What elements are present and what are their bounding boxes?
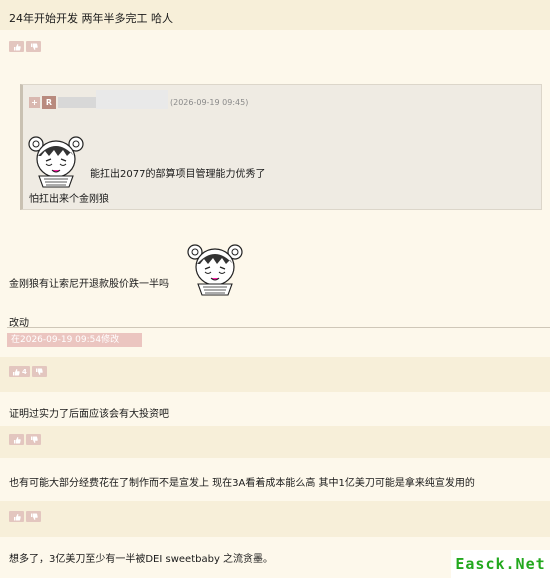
edit-timestamp: 在2026-09-19 09:54修改 — [7, 333, 142, 347]
downvote-button[interactable] — [31, 366, 47, 377]
quote-line-2: 怕扛出来个金刚狼 — [29, 194, 109, 205]
post-band — [0, 426, 550, 458]
quote-block: + R (2026-09-19 09:45) 能扛出2077的部算项目管理能力优… — [20, 84, 542, 210]
quote-timestamp: (2026-09-19 09:45) — [170, 98, 249, 107]
thumb-down-icon — [30, 436, 38, 443]
vote-buttons — [9, 41, 41, 52]
post-text: 证明过实力了后面应该会有大投资吧 — [9, 409, 169, 420]
downvote-button[interactable] — [26, 511, 41, 522]
watermark: Easck.Net — [451, 550, 550, 578]
thumb-up-icon — [13, 43, 21, 50]
post-band — [0, 501, 550, 537]
vote-buttons — [9, 511, 41, 522]
thumb-up-icon — [13, 513, 21, 520]
post-text: 也有可能大部分经费花在了制作而不是宣发上 现在3A看着成本能么高 其中1亿美刀可… — [9, 478, 475, 489]
thumb-down-icon — [30, 513, 38, 520]
upvote-button[interactable]: 4 — [9, 366, 30, 377]
upvote-button[interactable] — [9, 434, 24, 445]
avatar — [58, 97, 96, 108]
post-text: 24年开始开发 两年半多完工 哈人 — [9, 12, 173, 25]
user-badge: R — [42, 96, 56, 109]
thumb-down-icon — [30, 43, 38, 50]
downvote-button[interactable] — [26, 434, 41, 445]
anime-girl-sticker-icon — [28, 136, 84, 188]
divider — [7, 327, 550, 328]
username-redacted — [96, 90, 168, 109]
post-text: 想多了，3亿美刀至少有一半被DEI sweetbaby 之流贪墨。 — [9, 554, 274, 565]
thumb-up-icon — [13, 436, 21, 443]
upvote-button[interactable] — [9, 41, 24, 52]
upvote-button[interactable] — [9, 511, 24, 522]
vote-buttons — [9, 434, 41, 445]
post-band — [0, 357, 550, 392]
thumb-down-icon — [36, 368, 44, 375]
post-text: 金刚狼有让索尼开退款股价跌一半吗 — [9, 279, 169, 290]
anime-girl-sticker-icon — [187, 244, 243, 296]
thumb-up-icon — [13, 368, 20, 375]
downvote-button[interactable] — [26, 41, 41, 52]
vote-buttons: 4 — [9, 366, 47, 377]
expand-toggle[interactable]: + — [29, 97, 40, 108]
quote-line-1: 能扛出2077的部算项目管理能力优秀了 — [90, 169, 266, 180]
upvote-count: 4 — [22, 367, 27, 376]
